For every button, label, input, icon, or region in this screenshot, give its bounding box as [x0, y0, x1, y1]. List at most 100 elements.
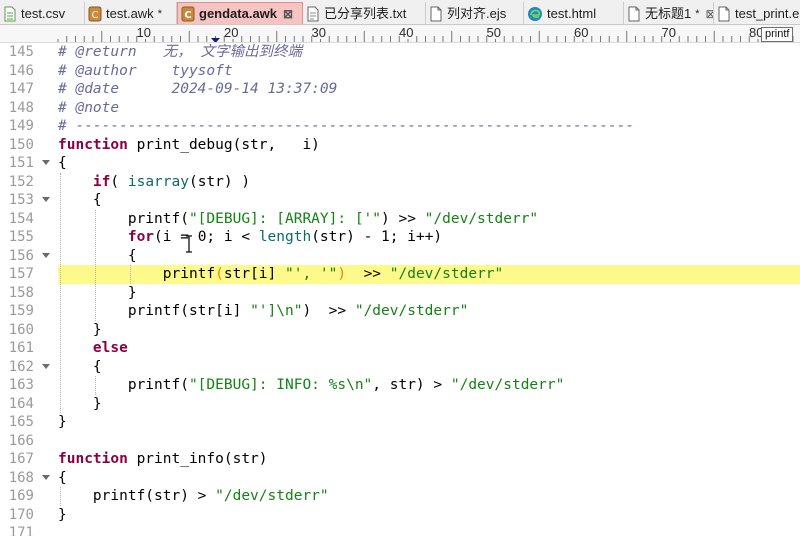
- code-token: function: [58, 136, 128, 153]
- code-line[interactable]: 149 # -----------------------------------…: [0, 117, 800, 136]
- code-line[interactable]: 165}: [0, 413, 800, 432]
- code-line[interactable]: 153 {: [0, 191, 800, 210]
- code-line[interactable]: 151 {: [0, 154, 800, 173]
- code-line[interactable]: 162 {: [0, 358, 800, 377]
- code-token: print_info(str): [127, 451, 268, 467]
- close-tab-icon[interactable]: ⊠: [283, 7, 293, 21]
- line-number: 150: [8, 136, 34, 153]
- line-number: 145: [8, 44, 34, 60]
- code-line[interactable]: 150 function print_debug(str, i): [0, 136, 800, 155]
- tab-5[interactable]: 列对齐.ejs: [426, 2, 524, 24]
- code-text: }: [58, 413, 67, 432]
- fold-toggle-icon[interactable]: [42, 252, 50, 258]
- code-token: # @return 无， 文字输出到终端: [58, 44, 302, 60]
- ruler-label: 50: [486, 25, 501, 40]
- awk-file-icon: C: [181, 6, 195, 22]
- code-line[interactable]: 161 else: [0, 339, 800, 358]
- code-line[interactable]: 154 printf("[DEBUG]: [ARRAY]: ['") >> "/…: [0, 210, 800, 229]
- code-line[interactable]: 147 # @date 2024-09-14 13:37:09: [0, 80, 800, 99]
- code-line[interactable]: 166: [0, 432, 800, 451]
- code-token: (str) ): [188, 173, 251, 190]
- tab-8[interactable]: test_print.e: [714, 2, 800, 24]
- code-token: ): [337, 266, 347, 282]
- code-token: printf: [58, 266, 216, 282]
- indent-guide: [130, 265, 131, 284]
- code-editor[interactable]: 145 # @return 无， 文字输出到终端 146 # @author tyys…: [0, 43, 800, 536]
- code-text: else: [58, 339, 128, 358]
- tab-label: 已分享列表.txt: [324, 5, 407, 21]
- code-line[interactable]: 157 printf(str[i] "', '") >> "/dev/stder…: [0, 265, 800, 284]
- code-token: "/dev/stderr": [215, 488, 329, 504]
- tab-4[interactable]: 已分享列表.txt: [303, 2, 426, 24]
- code-token: else: [92, 340, 128, 356]
- line-number: 153: [8, 192, 34, 208]
- tab-label: 列对齐.ejs: [447, 5, 507, 21]
- code-token: {: [58, 247, 137, 264]
- code-line[interactable]: 171: [0, 524, 800, 536]
- code-token: "[DEBUG]: INFO: %s\n": [188, 377, 373, 393]
- code-token: {: [58, 358, 102, 375]
- code-text: }: [58, 284, 137, 303]
- tab-6[interactable]: test.html: [524, 2, 624, 24]
- edge-browser-icon: [527, 6, 543, 22]
- code-line[interactable]: 163 printf("[DEBUG]: INFO: %s\n", str) >…: [0, 376, 800, 395]
- modified-indicator: *: [157, 7, 162, 20]
- line-number: 148: [8, 99, 34, 116]
- tab-label: test.csv: [21, 5, 66, 21]
- code-line[interactable]: 159 printf(str[i] "']\n") >> "/dev/stder…: [0, 302, 800, 321]
- indent-guide: [60, 487, 61, 506]
- code-line[interactable]: 160 }: [0, 321, 800, 340]
- line-number: 170: [8, 506, 34, 523]
- tab-label: gendata.awk: [199, 6, 278, 21]
- code-line[interactable]: 145 # @return 无， 文字输出到终端: [0, 43, 800, 62]
- code-line[interactable]: 170}: [0, 506, 800, 525]
- ruler-label: 70: [661, 25, 676, 40]
- tab-7[interactable]: 无标题1* ⊠: [624, 2, 714, 24]
- fold-toggle-icon[interactable]: [42, 363, 50, 369]
- code-text: }: [58, 395, 102, 414]
- code-text: {: [58, 469, 67, 488]
- fold-toggle-icon[interactable]: [42, 197, 50, 202]
- document-icon: [429, 6, 443, 22]
- code-line[interactable]: 156 {: [0, 247, 800, 266]
- code-token: # @note: [58, 99, 120, 116]
- fold-toggle-icon[interactable]: [42, 160, 50, 165]
- code-line[interactable]: 169 printf(str) > "/dev/stderr": [0, 487, 800, 506]
- code-line[interactable]: 158 }: [0, 284, 800, 303]
- code-line[interactable]: 155 for(i = 0; i < length(str) - 1; i++): [0, 228, 800, 247]
- code-line[interactable]: 152 if( isarray(str) ): [0, 173, 800, 192]
- code-line[interactable]: 167 function print_info(str): [0, 450, 800, 469]
- code-text: printf(str[i] "', '") >> "/dev/stderr": [58, 265, 504, 284]
- code-token: "/dev/stderr": [389, 266, 504, 282]
- code-token: , str) >: [372, 377, 451, 393]
- code-token: "/dev/stderr": [354, 303, 469, 319]
- code-line[interactable]: 168 {: [0, 469, 800, 488]
- code-line[interactable]: 148 # @note: [0, 99, 800, 118]
- indent-guide: [60, 172, 61, 413]
- line-number: 159: [8, 303, 34, 319]
- close-tab-icon[interactable]: ⊠: [706, 7, 713, 21]
- code-text: }: [58, 321, 102, 340]
- code-line[interactable]: 164 }: [0, 395, 800, 414]
- line-number: 162: [8, 358, 34, 375]
- tab-label: test_print.e: [735, 5, 800, 21]
- tab-2[interactable]: Ctest.awk *: [85, 2, 177, 24]
- tab-1[interactable]: test.csv: [0, 2, 85, 24]
- line-number: 155: [8, 229, 34, 245]
- code-text: {: [58, 358, 102, 377]
- code-token: (str) - 1; i++): [311, 229, 443, 245]
- modified-indicator: *: [695, 7, 700, 20]
- fold-toggle-icon[interactable]: [42, 474, 50, 480]
- code-text: function print_debug(str, i): [58, 136, 320, 155]
- code-token: function: [58, 451, 128, 467]
- tab-3[interactable]: Cgendata.awk ⊠: [177, 2, 303, 24]
- code-line[interactable]: 146 # @author tyysoft: [0, 62, 800, 81]
- line-number: 167: [8, 451, 34, 467]
- tab-bar: test.csv Ctest.awk * Cgendata.awk ⊠ 已分享列表.txt…: [0, 0, 800, 25]
- code-text: # @author tyysoft: [58, 62, 233, 81]
- text-file-icon: [306, 6, 320, 22]
- code-token: "[DEBUG]: [ARRAY]: ['": [188, 210, 382, 227]
- csv-file-icon: [3, 6, 17, 22]
- line-number: 152: [8, 173, 34, 190]
